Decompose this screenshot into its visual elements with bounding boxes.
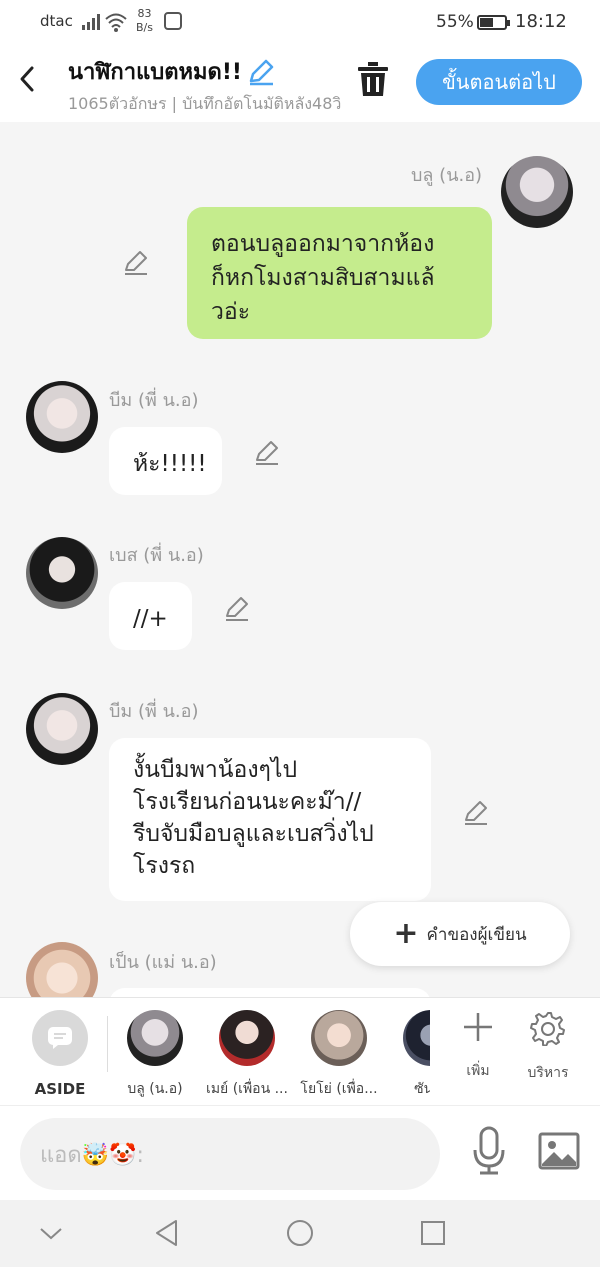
edit-message-pencil-icon[interactable] xyxy=(462,798,490,826)
image-icon[interactable] xyxy=(538,1132,580,1170)
edit-message-pencil-icon[interactable] xyxy=(122,248,150,276)
edit-title-pencil-icon[interactable] xyxy=(246,57,276,87)
character-name: บลู (น.อ) xyxy=(127,1081,183,1097)
aside-icon xyxy=(32,1010,88,1066)
avatar[interactable] xyxy=(501,156,573,228)
message-line: //+ xyxy=(133,606,168,632)
chat-area[interactable]: บลู (น.อ) ตอนบลูออกมาจากห้อง ก็หกโมงสามส… xyxy=(0,122,600,997)
avatar xyxy=(311,1010,367,1066)
character-bar: ASIDE บลู (น.อ) เมย์ (เพื่อน ... โยโย่ (… xyxy=(0,997,600,1105)
character-item[interactable]: โยโย่ (เพื่อ... xyxy=(294,1010,384,1100)
divider xyxy=(107,1016,108,1072)
story-subtitle: 1065ตัวอักษร | บันทึกอัตโนมัติหลัง48วิ xyxy=(68,94,342,113)
editor-header: นาฬิกาแบตหมด!! 1065ตัวอักษร | บันทึกอัตโ… xyxy=(0,46,600,122)
message-bubble[interactable] xyxy=(109,988,431,997)
home-circle-icon[interactable] xyxy=(285,1218,315,1248)
sender-name: บลู (น.อ) xyxy=(411,165,483,186)
app-notification-icon xyxy=(164,12,182,30)
message-input[interactable]: แอด🤯🤡: xyxy=(20,1118,440,1190)
composer: แอด🤯🤡: xyxy=(0,1105,600,1200)
message-line: วอ่ะ xyxy=(211,299,251,325)
signal-icon xyxy=(82,14,100,30)
character-item[interactable]: เมย์ (เพื่อน ... xyxy=(202,1010,292,1100)
speed-value: 83 xyxy=(137,7,152,20)
add-character-button[interactable]: เพิ่ม xyxy=(448,1010,508,1082)
message-line: งั้นบีมพาน้องๆไป xyxy=(133,757,298,783)
character-list[interactable]: บลู (น.อ) เมย์ (เพื่อน ... โยโย่ (เพื่อ.… xyxy=(110,998,430,1106)
microphone-icon[interactable] xyxy=(470,1126,508,1176)
author-note-button[interactable]: + คำของผู้เขียน xyxy=(350,902,570,966)
add-label: เพิ่ม xyxy=(466,1063,490,1079)
message-bubble[interactable]: ห้ะ!!!!! xyxy=(109,427,222,495)
character-name: โยโย่ (เพื่อ... xyxy=(300,1081,378,1097)
avatar xyxy=(127,1010,183,1066)
next-step-button[interactable]: ขั้นตอนต่อไป xyxy=(416,59,582,105)
character-name: เมย์ (เพื่อน ... xyxy=(206,1081,288,1097)
carrier-label: dtac xyxy=(40,12,73,30)
edit-message-pencil-icon[interactable] xyxy=(223,594,251,622)
author-note-label: คำของผู้เขียน xyxy=(426,924,527,945)
clock: 18:12 xyxy=(515,11,567,32)
sender-name: บีม (พี่ น.อ) xyxy=(109,701,199,722)
title-row: นาฬิกาแบตหมด!! xyxy=(68,54,276,89)
sender-name: เบส (พี่ น.อ) xyxy=(109,545,204,566)
avatar[interactable] xyxy=(26,693,98,765)
manage-button[interactable]: บริหาร xyxy=(518,1010,578,1084)
plus-icon: + xyxy=(393,916,419,951)
avatar[interactable] xyxy=(26,537,98,609)
avatar xyxy=(403,1010,430,1066)
story-title[interactable]: นาฬิกาแบตหมด!! xyxy=(68,54,242,89)
message-line: ก็หกโมงสามสิบสามแล้ xyxy=(211,265,435,291)
character-item[interactable]: ซัน (เ xyxy=(386,1010,430,1100)
character-name: ซัน (เ xyxy=(414,1081,430,1097)
gear-icon xyxy=(530,1012,565,1047)
message-line: ตอนบลูออกมาจากห้อง xyxy=(211,231,435,257)
message-bubble[interactable]: ตอนบลูออกมาจากห้อง ก็หกโมงสามสิบสามแล้ ว… xyxy=(187,207,492,339)
message-line: โรงรถ xyxy=(133,853,196,879)
trash-icon[interactable] xyxy=(356,60,390,98)
recents-square-icon[interactable] xyxy=(418,1218,448,1248)
status-bar: dtac 83 B/s 55% 18:12 xyxy=(0,0,600,46)
sender-name: บีม (พี่ น.อ) xyxy=(109,390,199,411)
message-bubble[interactable]: งั้นบีมพาน้องๆไป โรงเรียนก่อนนะคะม๊า// ร… xyxy=(109,738,431,901)
avatar[interactable] xyxy=(26,381,98,453)
battery-fill xyxy=(480,18,493,27)
system-nav-bar xyxy=(0,1200,600,1267)
message-line: รีบจับมือบลูและเบสวิ่งไป xyxy=(133,821,374,847)
avatar[interactable] xyxy=(26,942,98,997)
speed-unit: B/s xyxy=(136,21,153,34)
manage-label: บริหาร xyxy=(527,1065,569,1081)
message-line: ห้ะ!!!!! xyxy=(133,451,207,477)
edit-message-pencil-icon[interactable] xyxy=(253,438,281,466)
wifi-icon xyxy=(105,13,127,32)
aside-button[interactable]: ASIDE xyxy=(32,1010,88,1098)
aside-label: ASIDE xyxy=(34,1080,86,1098)
sender-name: เป็น (แม่ น.อ) xyxy=(109,952,217,973)
message-line: โรงเรียนก่อนนะคะม๊า// xyxy=(133,789,362,815)
chevron-down-icon[interactable] xyxy=(36,1218,66,1248)
avatar xyxy=(219,1010,275,1066)
network-speed: 83 B/s xyxy=(136,7,153,35)
battery-icon xyxy=(477,15,510,30)
back-arrow-icon[interactable] xyxy=(14,62,40,96)
character-item[interactable]: บลู (น.อ) xyxy=(110,1010,200,1100)
message-bubble[interactable]: //+ xyxy=(109,582,192,650)
battery-percent: 55% xyxy=(436,12,474,32)
plus-icon xyxy=(464,1013,492,1041)
back-triangle-icon[interactable] xyxy=(152,1218,182,1248)
